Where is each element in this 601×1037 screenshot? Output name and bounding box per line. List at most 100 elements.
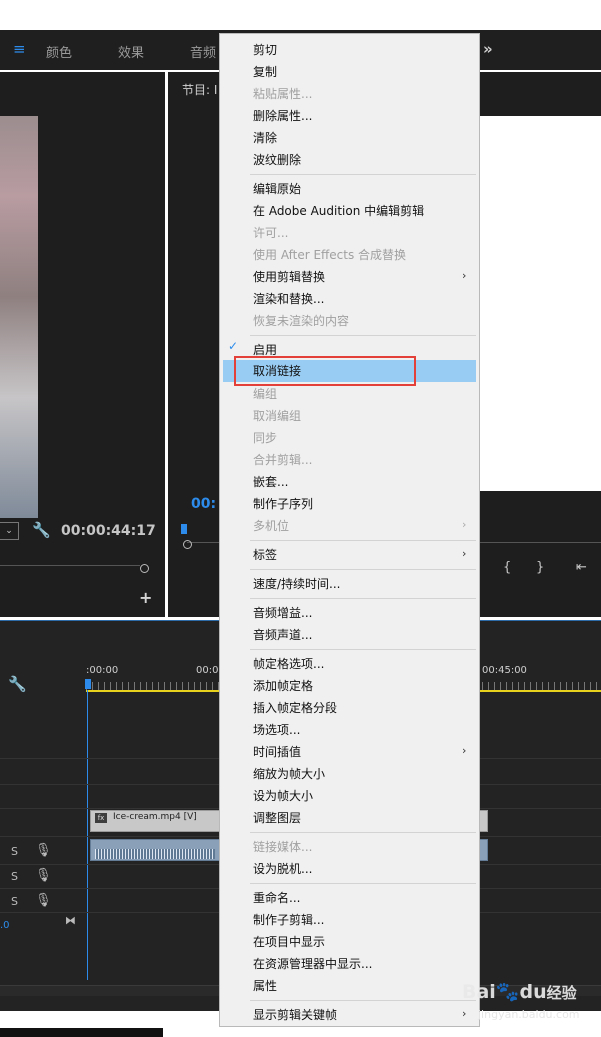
menu-item-properties[interactable]: 属性 [253,977,277,995]
menu-item-paste-attributes: 粘贴属性... [253,87,313,101]
menu-item-edit-original[interactable]: 编辑原始 [253,180,301,198]
menu-item-merge-clips: 合并剪辑... [253,453,313,467]
menu-item-rename[interactable]: 重命名... [253,889,300,907]
menu-separator [250,883,476,884]
context-menu: 剪切 复制 粘贴属性... 删除属性... 清除 波纹删除 编辑原始 在 Ado… [219,33,480,1027]
menu-item-nest[interactable]: 嵌套... [253,473,288,491]
timeline-playhead[interactable] [85,679,91,689]
watermark-url: jingyan.baidu.com [478,1008,580,1021]
menu-item-adjustment-layer[interactable]: 调整图层 [253,809,301,827]
workspace-menu-icon[interactable]: ≡ [13,40,26,58]
menu-item-license: 许可... [253,226,289,240]
menu-item-reveal-in-project[interactable]: 在项目中显示 [253,933,325,951]
menu-item-clear[interactable]: 清除 [253,129,277,147]
source-timecode: 00:00:44:17 [61,523,156,539]
menu-item-make-subsequence[interactable]: 制作子序列 [253,495,313,513]
menu-separator [250,174,476,175]
baidu-watermark-logo: Bai🐾du经验 [462,980,577,1003]
paw-icon: 🐾 [495,981,520,1003]
solo-track-button[interactable]: S [11,845,18,858]
menu-item-reveal-in-explorer[interactable]: 在资源管理器中显示... [253,955,372,973]
scrub-end-handle[interactable] [140,564,149,573]
menu-item-link-media: 链接媒体... [253,840,313,854]
video-clip-label: Ice-cream.mp4 [V] [113,812,197,822]
go-to-in-icon[interactable]: ⇤ [576,560,587,575]
menu-item-show-clip-keyframes[interactable]: 显示剪辑关键帧 [253,1006,337,1024]
solo-track-button[interactable]: S [11,895,18,908]
master-track-icon[interactable]: ⧓ [65,914,76,927]
menu-separator [250,598,476,599]
timeline-settings-wrench-icon[interactable]: 🔧 [8,675,27,693]
checkmark-icon: ✓ [228,339,239,353]
menu-item-ripple-delete[interactable]: 波纹删除 [253,151,301,169]
ruler-end-label: 00:45:00 [482,665,527,676]
wrench-icon[interactable]: 🔧 [32,521,51,539]
menu-item-cut[interactable]: 剪切 [253,41,277,59]
microphone-icon[interactable]: 🎙 [35,843,52,858]
fx-badge-icon: fx [95,813,107,823]
menu-item-time-interpolation[interactable]: 时间插值 [253,743,301,761]
audio-waveform [95,849,215,859]
menu-item-group: 编组 [253,387,278,401]
menu-separator [250,540,476,541]
menu-item-multi-camera: 多机位 [253,519,290,533]
watermark-brand-du: du [519,981,547,1003]
master-level-value: .0 [0,920,10,931]
menu-item-set-to-frame-size[interactable]: 设为帧大小 [253,787,313,805]
menu-item-frame-hold-options[interactable]: 帧定格选项... [253,655,324,673]
ruler-mid-label: 00:0 [196,665,219,676]
menu-item-add-frame-hold[interactable]: 添加帧定格 [253,677,313,695]
microphone-icon[interactable]: 🎙 [35,868,52,883]
menu-item-replace-with-ae: 使用 After Effects 合成替换 [253,248,407,262]
more-tabs-icon[interactable]: » [483,40,493,58]
microphone-icon[interactable]: 🎙 [35,893,52,908]
annotation-highlight-box [234,356,416,386]
menu-item-edit-in-audition[interactable]: 在 Adobe Audition 中编辑剪辑 [253,202,424,220]
menu-item-speed-duration[interactable]: 速度/持续时间... [253,575,341,593]
submenu-arrow-icon: › [462,547,467,560]
solo-track-button[interactable]: S [11,870,18,883]
watermark-brand: Bai [462,981,496,1003]
program-label: 节目: I [182,83,218,97]
playback-resolution-dropdown[interactable]: ⌄ [0,522,19,540]
menu-separator [250,649,476,650]
watermark-suffix: 经验 [546,984,577,1002]
source-scrub-bar[interactable] [0,565,140,572]
ruler-start-label: :00:00 [86,665,119,676]
mark-out-icon[interactable]: } [536,560,544,575]
program-playhead-marker[interactable] [181,524,187,534]
menu-item-insert-frame-hold-segment[interactable]: 插入帧定格分段 [253,699,337,717]
menu-item-make-offline[interactable]: 设为脱机... [253,860,312,878]
tab-color[interactable]: 颜色 [46,42,72,61]
menu-item-field-options[interactable]: 场选项... [253,721,300,739]
program-video-frame [480,116,601,491]
submenu-arrow-icon: › [462,744,467,757]
menu-separator [250,832,476,833]
scrub-start-handle[interactable] [183,540,192,549]
menu-separator [250,569,476,570]
program-timecode: 00: [191,496,217,512]
mark-in-icon[interactable]: { [503,560,511,575]
submenu-arrow-icon: › [462,269,467,282]
menu-item-replace-with-clip[interactable]: 使用剪辑替换 [253,268,325,286]
add-button[interactable]: + [139,588,152,607]
menu-item-label[interactable]: 标签 [253,546,277,564]
playhead-line [87,690,88,980]
video-frame-preview [0,116,38,518]
bottom-status-bar [0,1028,163,1037]
menu-item-render-and-replace[interactable]: 渲染和替换... [253,290,324,308]
menu-item-ungroup: 取消编组 [253,409,302,423]
submenu-arrow-icon: › [462,1007,467,1020]
menu-item-copy[interactable]: 复制 [253,63,277,81]
menu-separator [250,335,476,336]
menu-item-make-subclip[interactable]: 制作子剪辑... [253,911,324,929]
menu-item-audio-channels[interactable]: 音频声道... [253,626,312,644]
submenu-arrow-icon: › [462,518,467,531]
tab-effects[interactable]: 效果 [118,42,144,61]
menu-item-audio-gain[interactable]: 音频增益... [253,604,312,622]
menu-item-synchronize: 同步 [253,431,278,445]
menu-item-remove-attributes[interactable]: 删除属性... [253,107,312,125]
menu-item-restore-unrendered: 恢复未渲染的内容 [253,314,350,328]
menu-item-scale-to-frame-size[interactable]: 缩放为帧大小 [253,765,325,783]
tab-audio[interactable]: 音频 [190,42,216,61]
